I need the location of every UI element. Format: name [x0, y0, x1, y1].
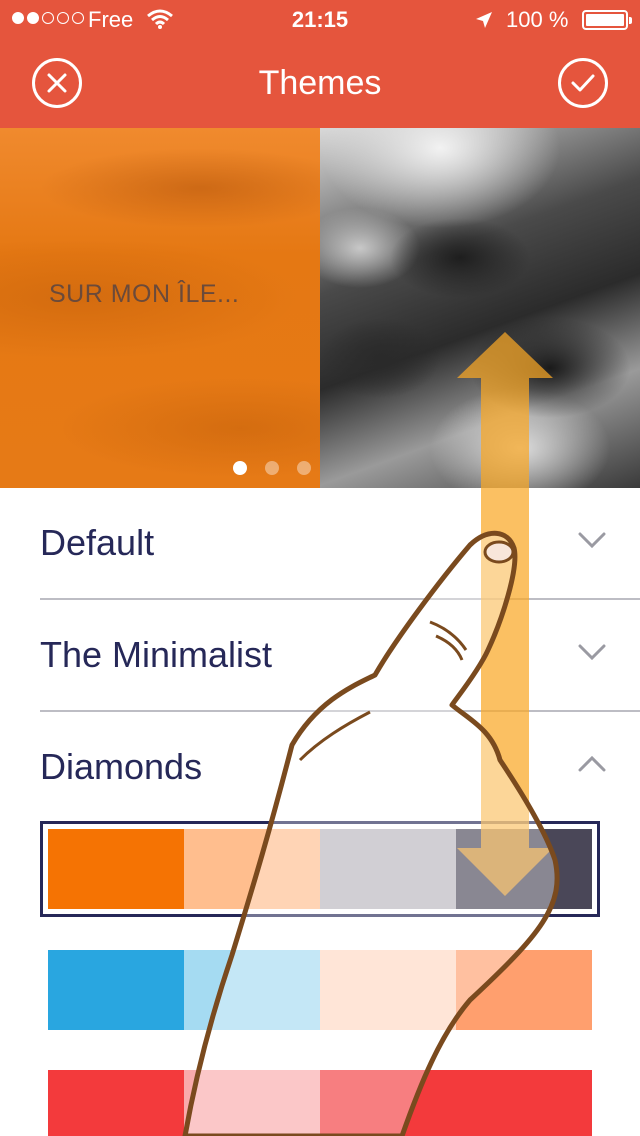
swatch: [456, 950, 592, 1030]
battery-icon: [582, 10, 632, 30]
swatch: [48, 950, 184, 1030]
palette-option-2[interactable]: [48, 950, 592, 1030]
theme-row-diamonds[interactable]: Diamonds: [40, 712, 640, 824]
swatch: [320, 829, 456, 909]
page-title: Themes: [258, 64, 382, 102]
swatch: [184, 950, 320, 1030]
swatch: [456, 829, 592, 909]
nav-header: Free 21:15 100 % Themes: [0, 0, 640, 128]
page-dot-3[interactable]: [297, 461, 311, 475]
theme-label: The Minimalist: [40, 634, 273, 675]
palette-option-3[interactable]: [48, 1070, 592, 1136]
swatch: [320, 1070, 456, 1136]
swatch: [48, 1070, 184, 1136]
theme-label: Default: [40, 522, 155, 563]
swatch: [456, 1070, 592, 1136]
check-icon: [571, 74, 595, 92]
preview-caption: SUR MON ÎLE...: [49, 280, 240, 308]
theme-preview-carousel[interactable]: SUR MON ÎLE...: [0, 128, 640, 488]
swatch: [184, 829, 320, 909]
page-dot-2[interactable]: [265, 461, 279, 475]
chevron-up-icon: [578, 756, 606, 772]
preview-slide-photo: [320, 128, 640, 488]
theme-row-default[interactable]: Default: [40, 488, 640, 600]
swatch: [320, 950, 456, 1030]
status-bar: Free 21:15 100 %: [0, 0, 640, 40]
page-indicator: [233, 461, 311, 475]
battery-percent: 100 %: [506, 7, 569, 32]
location-arrow-icon: [476, 12, 492, 28]
chevron-down-icon: [578, 644, 606, 660]
theme-row-minimalist[interactable]: The Minimalist: [40, 600, 640, 712]
chevron-down-icon: [578, 532, 606, 548]
theme-label: Diamonds: [40, 746, 203, 787]
page-dot-1[interactable]: [233, 461, 247, 475]
swatch: [184, 1070, 320, 1136]
swatch: [48, 829, 184, 909]
preview-slide-orange: SUR MON ÎLE...: [0, 128, 320, 488]
palette-option-1[interactable]: [48, 829, 592, 909]
confirm-button[interactable]: [558, 58, 608, 108]
